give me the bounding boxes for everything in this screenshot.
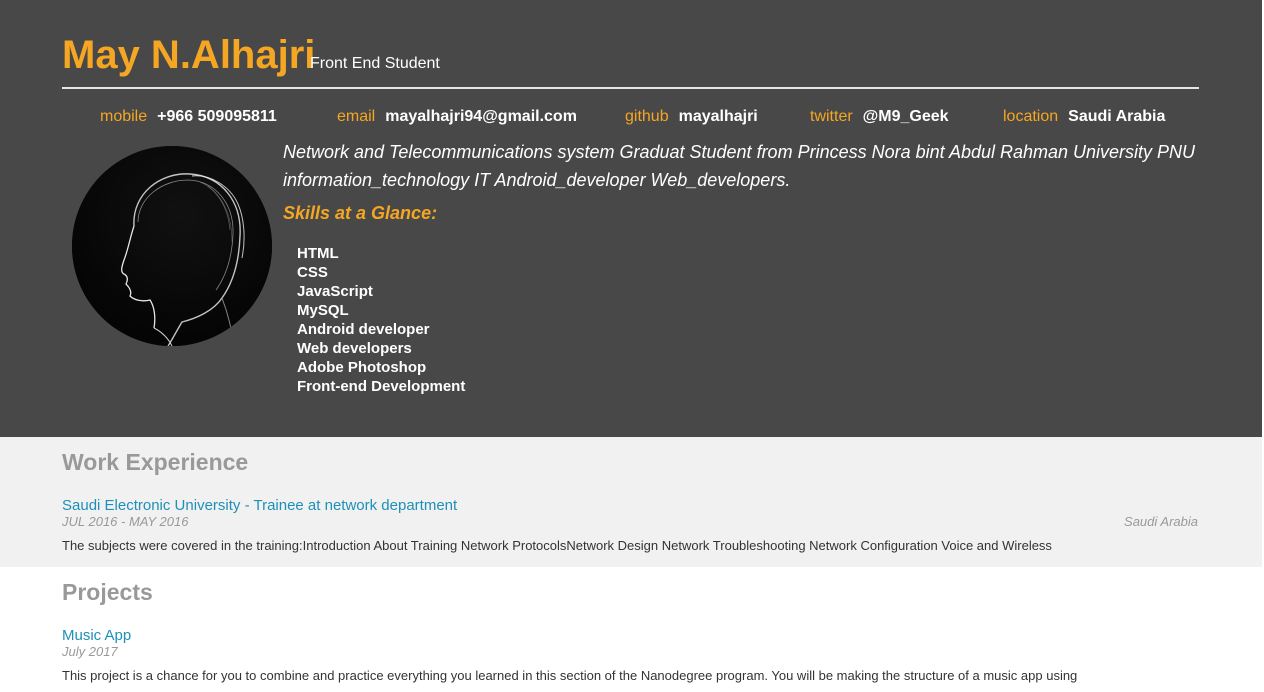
projects-heading: Projects xyxy=(62,579,153,605)
contact-label: location xyxy=(1003,108,1059,125)
contact-value: Saudi Arabia xyxy=(1068,108,1166,125)
skills-list: HTML CSS JavaScript MySQL Android develo… xyxy=(297,244,465,396)
profile-photo xyxy=(72,146,272,346)
work-experience-section: Work Experience Saudi Electronic Univers… xyxy=(0,437,1262,567)
contact-github: github mayalhajri xyxy=(625,107,758,127)
skill-item: Front-end Development xyxy=(297,378,466,395)
work-location: Saudi Arabia xyxy=(1124,514,1198,529)
employer-title-link[interactable]: Saudi Electronic University - Trainee at… xyxy=(62,496,457,515)
silhouette-portrait xyxy=(72,146,272,346)
contact-value[interactable]: @M9_Geek xyxy=(863,108,949,125)
project-title-link[interactable]: Music App xyxy=(62,626,131,645)
contact-label: email xyxy=(337,108,376,125)
welcome-message: Network and Telecommunications system Gr… xyxy=(283,142,1196,190)
work-heading: Work Experience xyxy=(62,449,249,475)
page-title: May N.Alhajri xyxy=(62,33,316,77)
skills-heading: Skills at a Glance: xyxy=(283,203,438,223)
work-dates: JUL 2016 - MAY 2016 xyxy=(62,514,189,529)
contact-label: github xyxy=(625,108,669,125)
skill-item: CSS xyxy=(297,264,328,281)
contact-twitter: twitter @M9_Geek xyxy=(810,107,949,127)
contact-label: mobile xyxy=(100,108,148,125)
contact-value[interactable]: mayalhajri xyxy=(679,108,758,125)
contact-value: +966 509095811 xyxy=(157,108,277,125)
contact-label: twitter xyxy=(810,108,853,125)
skill-item: HTML xyxy=(297,245,339,262)
role-subtitle: Front End Student xyxy=(310,55,440,72)
work-description: The subjects were covered in the trainin… xyxy=(62,538,1052,553)
project-description: This project is a chance for you to comb… xyxy=(62,668,1078,683)
contact-location: location Saudi Arabia xyxy=(1003,107,1165,127)
skill-item: Web developers xyxy=(297,340,412,357)
header-divider xyxy=(62,87,1199,89)
projects-section: Projects Music App July 2017 This projec… xyxy=(0,567,1262,692)
skill-item: Adobe Photoshop xyxy=(297,359,427,376)
skill-item: MySQL xyxy=(297,302,349,319)
skill-item: Android developer xyxy=(297,321,430,338)
contact-mobile: mobile +966 509095811 xyxy=(100,107,277,127)
project-dates: July 2017 xyxy=(62,644,118,659)
contact-value[interactable]: mayalhajri94@gmail.com xyxy=(385,108,577,125)
contact-email: email mayalhajri94@gmail.com xyxy=(337,107,577,127)
header: May N.Alhajri Front End Student mobile +9… xyxy=(0,0,1262,437)
skill-item: JavaScript xyxy=(297,283,373,300)
